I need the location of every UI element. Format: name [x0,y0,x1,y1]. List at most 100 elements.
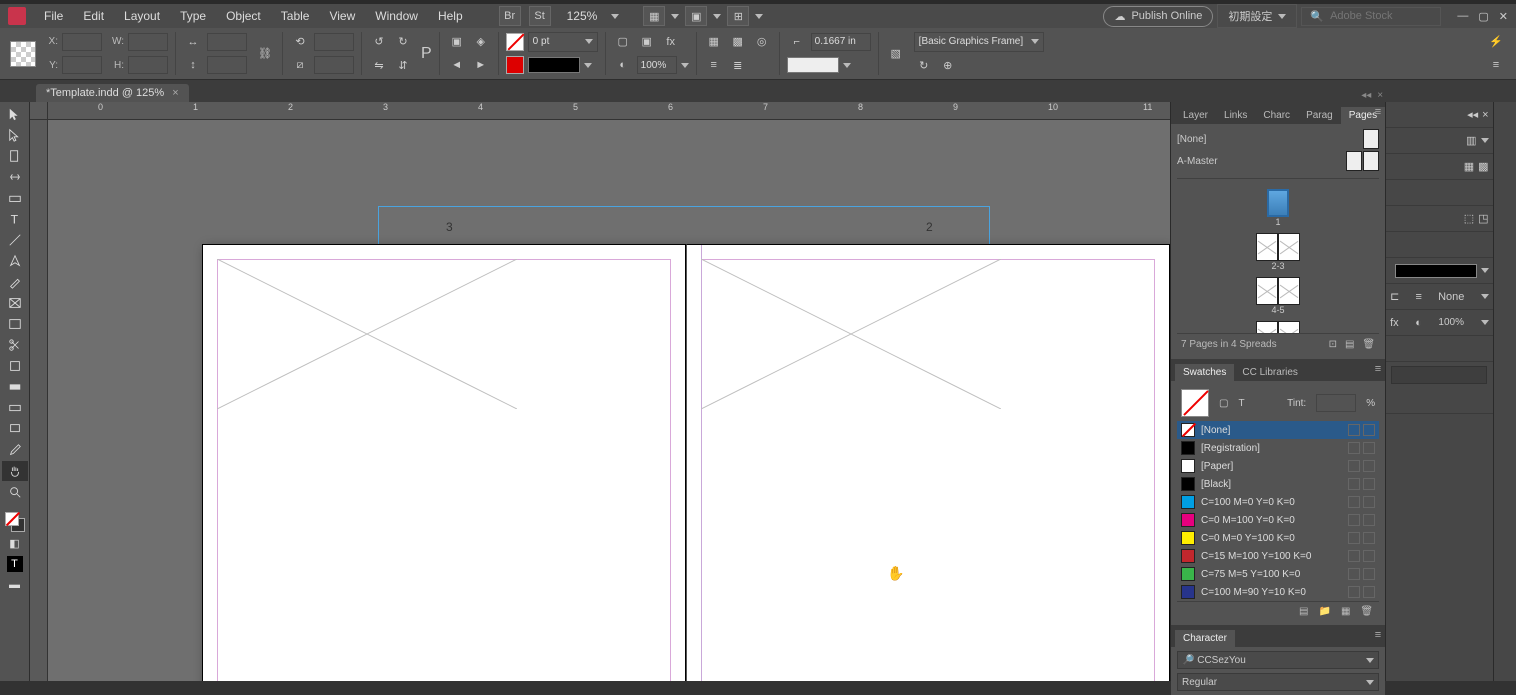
fill-swatch[interactable] [506,33,524,51]
scale-y-icon[interactable]: ↕ [183,55,203,75]
hand-tool[interactable] [2,461,28,481]
master-thumb[interactable] [1363,129,1379,149]
new-group-icon[interactable]: 📁 [1319,606,1331,617]
master-thumb[interactable] [1346,151,1362,171]
gradient-feather-tool[interactable] [2,398,28,418]
note-tool[interactable] [2,419,28,439]
view-options-icon[interactable]: ▦ [643,6,665,26]
zoom-tool[interactable] [2,482,28,502]
wrap-column-icon[interactable]: ≣ [728,55,748,75]
type-fill-icon[interactable]: T [1238,398,1244,409]
chevron-down-icon[interactable] [671,14,679,19]
menu-table[interactable]: Table [273,5,318,27]
panel-menu-icon[interactable]: ≡ [1486,55,1506,75]
rectangle-frame-tool[interactable] [2,293,28,313]
wrap-shape-icon[interactable]: ◎ [752,32,772,52]
vertical-ruler[interactable] [30,120,48,681]
chevron-down-icon[interactable] [584,63,592,68]
close-icon[interactable]: × [1482,109,1488,121]
select-prev-icon[interactable]: ◄ [447,55,467,75]
align-start-icon[interactable]: ⊏ [1390,290,1399,303]
clear-fit-icon[interactable]: fx [661,32,681,52]
shear-icon[interactable]: ⧄ [290,55,310,75]
zoom-level[interactable]: 125% [557,7,608,25]
page-right[interactable]: ✋ [686,244,1170,681]
menu-type[interactable]: Type [172,5,214,27]
pen-tool[interactable] [2,251,28,271]
panel-icon[interactable]: ▩ [1478,160,1488,173]
menu-object[interactable]: Object [218,5,269,27]
select-container-icon[interactable]: ▣ [447,32,467,52]
collapse-icon[interactable]: ◂◂ [1361,90,1371,101]
object-style-select[interactable]: [Basic Graphics Frame] [914,32,1044,52]
default-fill-stroke[interactable]: ◧ [2,533,28,553]
panel-icon[interactable]: ▦ [1464,160,1474,173]
opacity-field[interactable] [637,56,677,74]
stock-icon[interactable]: St [529,6,551,26]
drop-shadow-icon[interactable]: ▧ [886,44,906,64]
auto-fit-icon[interactable]: ▢ [613,32,633,52]
collapsed-dock-strip[interactable] [1493,102,1516,681]
scale-y-field[interactable] [207,56,247,74]
chevron-down-icon[interactable] [611,14,619,19]
fill-stroke-swap[interactable] [2,512,28,532]
screen-mode-icon[interactable]: ▣ [685,6,707,26]
tab-links[interactable]: Links [1216,107,1255,124]
menu-layout[interactable]: Layout [116,5,168,27]
close-icon[interactable]: × [172,87,178,99]
page-tool[interactable] [2,146,28,166]
free-transform-tool[interactable] [2,356,28,376]
window-close-icon[interactable]: ✕ [1499,10,1508,23]
wrap-none-icon[interactable]: ▦ [704,32,724,52]
panel-icon[interactable]: ◳ [1478,212,1488,225]
opacity-icon[interactable]: ◐ [1415,317,1422,329]
document-tab[interactable]: *Template.indd @ 125% × [36,84,189,102]
arrange-icon[interactable]: ⊞ [727,6,749,26]
page-left[interactable] [202,244,686,681]
wrap-jump-icon[interactable]: ≡ [704,55,724,75]
fx-icon[interactable]: fx [1390,317,1399,329]
panel-icon[interactable]: ▥ [1466,134,1476,147]
direct-selection-tool[interactable] [2,125,28,145]
tab-char[interactable]: Charc [1255,107,1298,124]
page-thumb-spread-2-3[interactable] [1256,233,1300,261]
close-icon[interactable]: × [1377,90,1383,101]
select-next-icon[interactable]: ► [471,55,491,75]
swatch-row[interactable]: [Registration] [1177,439,1379,457]
search-box[interactable]: 🔍 [1301,7,1441,26]
apply-color[interactable]: T [2,554,28,574]
flip-v-icon[interactable]: ⇵ [393,55,413,75]
chevron-down-icon[interactable] [755,14,763,19]
stroke-style-select[interactable] [528,57,580,73]
font-family-field[interactable]: 🔎 CCSezYou [1177,651,1379,669]
fit-content-icon[interactable]: ▣ [637,32,657,52]
h-field[interactable] [128,56,168,74]
flip-h-icon[interactable]: ⇋ [369,55,389,75]
new-swatch-icon[interactable]: ▦ [1341,606,1350,617]
constrain-icon[interactable]: ⛓ [255,44,275,64]
align-center-icon[interactable]: ≡ [1415,291,1421,303]
menu-edit[interactable]: Edit [75,5,112,27]
workspace-switcher[interactable]: 初期設定 [1217,4,1297,28]
fill-stroke-proxy[interactable] [1181,389,1209,417]
scissors-tool[interactable] [2,335,28,355]
swatch-row[interactable]: [Black] [1177,475,1379,493]
publish-online-button[interactable]: ☁ Publish Online [1103,6,1213,27]
panel-icon[interactable]: ⬚ [1464,212,1474,225]
pasteboard[interactable]: 3 2 ✋ [48,120,1170,681]
view-mode[interactable]: ▬ [2,575,28,595]
type-tool[interactable]: T [2,209,28,229]
swatch-row[interactable]: [Paper] [1177,457,1379,475]
stroke-preview-bar[interactable] [1395,264,1477,278]
object-fill-icon[interactable]: ▢ [1219,398,1228,409]
document-canvas[interactable]: 0 1 2 3 4 5 6 7 8 9 10 11 3 2 [30,102,1170,681]
bridge-icon[interactable]: Br [499,6,521,26]
master-row-a[interactable]: A-Master [1177,150,1379,172]
gap-tool[interactable] [2,167,28,187]
quick-apply-icon[interactable]: ⚡ [1486,32,1506,52]
effects-fill-swatch[interactable] [787,57,839,73]
opacity-icon[interactable]: ◐ [613,55,633,75]
window-restore-icon[interactable]: ▢ [1478,10,1488,23]
panel-menu-icon[interactable]: ≡ [1375,106,1381,118]
master-row-none[interactable]: [None] [1177,128,1379,150]
